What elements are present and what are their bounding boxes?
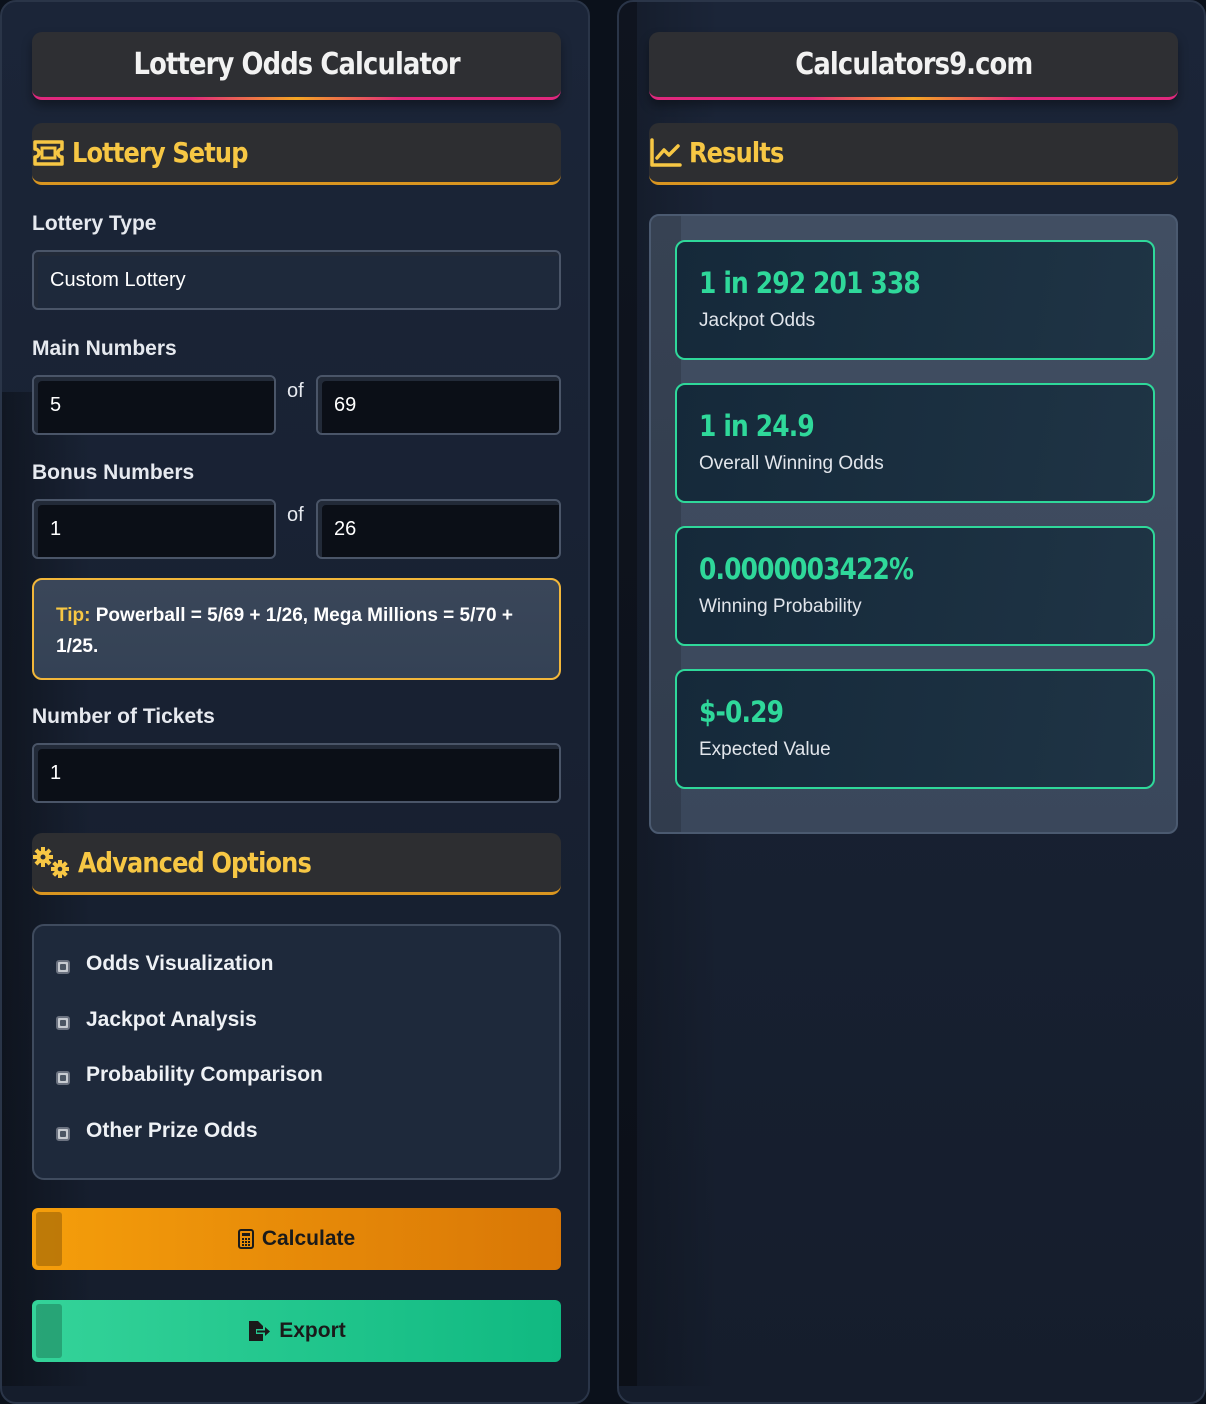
- bonus-numbers-label: Bonus Numbers: [32, 461, 195, 484]
- of-text: of: [287, 380, 304, 402]
- result-label: Jackpot Odds: [699, 310, 816, 331]
- result-value: 1 in 24.9: [699, 409, 815, 443]
- of-text: of: [287, 504, 304, 526]
- result-value: 0.0000003422%: [699, 552, 914, 586]
- ticket-icon: [33, 139, 64, 166]
- section-title: Results: [689, 136, 784, 169]
- winning-probability-card: 0.0000003422% Winning Probability: [675, 526, 1155, 646]
- option-jackpot-analysis[interactable]: Jackpot Analysis: [56, 1008, 257, 1032]
- site-title-bar: Calculators9.com: [649, 32, 1178, 100]
- tickets-value: 1: [50, 761, 62, 784]
- advanced-options-list: Odds Visualization Jackpot Analysis Prob…: [32, 924, 561, 1180]
- results-header: Results: [649, 123, 1178, 185]
- gears-icon: [33, 846, 69, 878]
- option-label: Odds Visualization: [86, 952, 274, 975]
- file-export-icon: [249, 1321, 271, 1341]
- bonus-pool-value: 26: [334, 517, 357, 540]
- calculate-label: Calculate: [261, 1227, 356, 1250]
- tip-label: Tip:: [56, 605, 91, 626]
- lottery-type-select[interactable]: Custom Lottery: [32, 250, 561, 310]
- tip-text: Powerball = 5/69 + 1/26, Mega Millions =…: [56, 605, 513, 657]
- calculator-title-bar: Lottery Odds Calculator: [32, 32, 561, 100]
- main-pool-input[interactable]: 69: [316, 375, 561, 435]
- site-title: Calculators9.com: [794, 47, 1033, 82]
- page-title: Lottery Odds Calculator: [133, 47, 460, 82]
- calculate-button[interactable]: Calculate: [32, 1208, 561, 1270]
- lottery-setup-header: Lottery Setup: [32, 123, 561, 185]
- result-label: Winning Probability: [699, 596, 862, 617]
- option-label: Jackpot Analysis: [86, 1008, 257, 1031]
- results-panel: Calculators9.com Results 1 in 292 201 33…: [617, 0, 1206, 1404]
- bonus-pick-input[interactable]: 1: [32, 499, 276, 559]
- checkbox-icon[interactable]: [56, 960, 70, 974]
- option-label: Probability Comparison: [86, 1063, 323, 1086]
- result-value: 1 in 292 201 338: [699, 266, 921, 300]
- option-label: Other Prize Odds: [86, 1119, 258, 1142]
- lottery-type-label: Lottery Type: [32, 212, 157, 235]
- section-title: Lottery Setup: [72, 136, 248, 169]
- result-label: Overall Winning Odds: [699, 453, 884, 474]
- section-title: Advanced Options: [78, 846, 312, 879]
- main-pick-value: 5: [50, 393, 62, 416]
- tip-box: Tip: Powerball = 5/69 + 1/26, Mega Milli…: [32, 578, 561, 680]
- tickets-input[interactable]: 1: [32, 743, 561, 803]
- option-probability-comparison[interactable]: Probability Comparison: [56, 1063, 323, 1087]
- checkbox-icon[interactable]: [56, 1071, 70, 1085]
- lottery-type-value: Custom Lottery: [50, 268, 186, 291]
- result-value: $-0.29: [699, 695, 784, 729]
- calculator-panel: Lottery Odds Calculator Lottery Setup Lo…: [0, 0, 590, 1404]
- chart-line-icon: [650, 137, 682, 167]
- jackpot-odds-card: 1 in 292 201 338 Jackpot Odds: [675, 240, 1155, 360]
- export-label: Export: [279, 1319, 346, 1342]
- export-button[interactable]: Export: [32, 1300, 561, 1362]
- bonus-pool-input[interactable]: 26: [316, 499, 561, 559]
- checkbox-icon[interactable]: [56, 1016, 70, 1030]
- bonus-pick-value: 1: [50, 517, 62, 540]
- checkbox-icon[interactable]: [56, 1127, 70, 1141]
- expected-value-card: $-0.29 Expected Value: [675, 669, 1155, 789]
- option-odds-visualization[interactable]: Odds Visualization: [56, 952, 273, 976]
- result-label: Expected Value: [699, 739, 831, 760]
- results-container: 1 in 292 201 338 Jackpot Odds 1 in 24.9 …: [649, 214, 1178, 834]
- overall-odds-card: 1 in 24.9 Overall Winning Odds: [675, 383, 1155, 503]
- calculator-icon: [237, 1229, 254, 1249]
- main-pick-input[interactable]: 5: [32, 375, 276, 435]
- advanced-options-header: Advanced Options: [32, 833, 561, 895]
- main-numbers-label: Main Numbers: [32, 337, 177, 360]
- main-pool-value: 69: [334, 393, 357, 416]
- option-other-prize-odds[interactable]: Other Prize Odds: [56, 1119, 258, 1143]
- tickets-label: Number of Tickets: [32, 705, 215, 728]
